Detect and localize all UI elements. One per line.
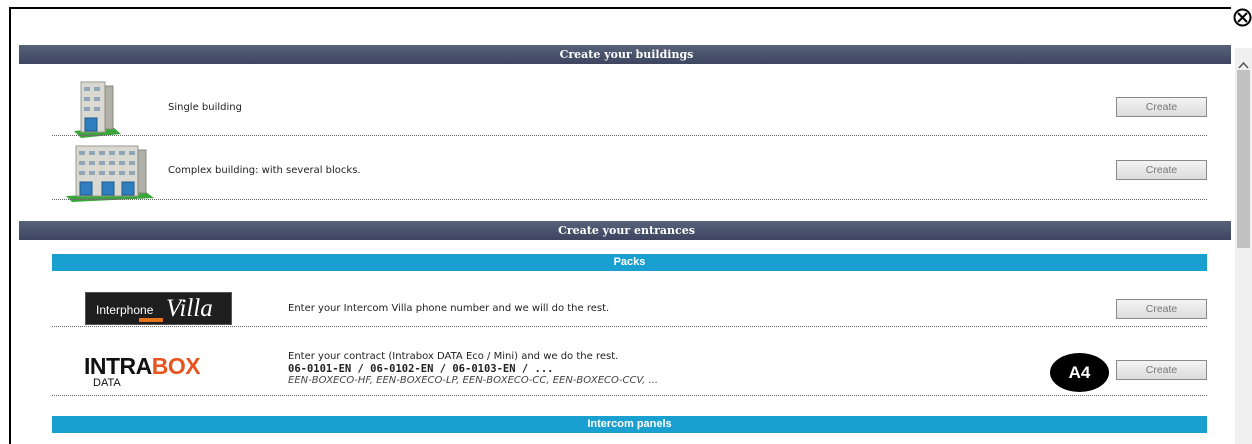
logo-tag <box>139 318 163 322</box>
section-header-buildings: Create your buildings <box>19 45 1231 64</box>
logo-text: Villa <box>166 295 213 322</box>
complex-building-icon <box>64 140 154 202</box>
create-single-building-button[interactable]: Create <box>1116 97 1207 117</box>
logo-text: INTRABOX <box>84 353 201 379</box>
interphone-villa-logo: Interphone Villa <box>85 292 232 325</box>
villa-label: Enter your Intercom Villa phone number a… <box>288 303 610 314</box>
create-intrabox-button[interactable]: Create <box>1116 360 1207 380</box>
intrabox-line3: EEN-BOXECO-HF, EEN-BOXECO-LP, EEN-BOXECO… <box>288 375 659 386</box>
logo-text: DATA <box>93 377 121 389</box>
scrollbar-thumb[interactable] <box>1237 70 1250 248</box>
intrabox-line2: 06-0101-EN / 06-0102-EN / 06-0103-EN / .… <box>288 363 554 375</box>
scroll-up-icon[interactable] <box>1238 54 1249 69</box>
building-icon <box>71 76 121 138</box>
logo-text: Interphone <box>96 303 154 317</box>
intrabox-data-logo: INTRABOX DATA <box>84 353 244 393</box>
close-icon[interactable] <box>1233 8 1252 27</box>
section-header-entrances: Create your entrances <box>19 221 1231 240</box>
a4-badge: A4 <box>1050 353 1109 392</box>
row-divider <box>52 199 1207 200</box>
complex-building-label: Complex building: with several blocks. <box>168 165 361 176</box>
create-complex-building-button[interactable]: Create <box>1116 160 1207 180</box>
row-divider <box>52 135 1207 136</box>
intrabox-description: Enter your contract (Intrabox DATA Eco /… <box>288 351 658 387</box>
single-building-label: Single building <box>168 102 242 113</box>
create-villa-button[interactable]: Create <box>1116 299 1207 319</box>
dialog-frame: Create your buildings Single building Cr… <box>9 7 1231 444</box>
row-divider <box>52 395 1207 396</box>
vertical-scrollbar[interactable] <box>1235 48 1252 444</box>
sub-header-intercom-panels: Intercom panels <box>52 416 1207 433</box>
sub-header-packs: Packs <box>52 254 1207 271</box>
row-divider <box>52 326 1207 327</box>
intrabox-line1: Enter your contract (Intrabox DATA Eco /… <box>288 351 619 362</box>
